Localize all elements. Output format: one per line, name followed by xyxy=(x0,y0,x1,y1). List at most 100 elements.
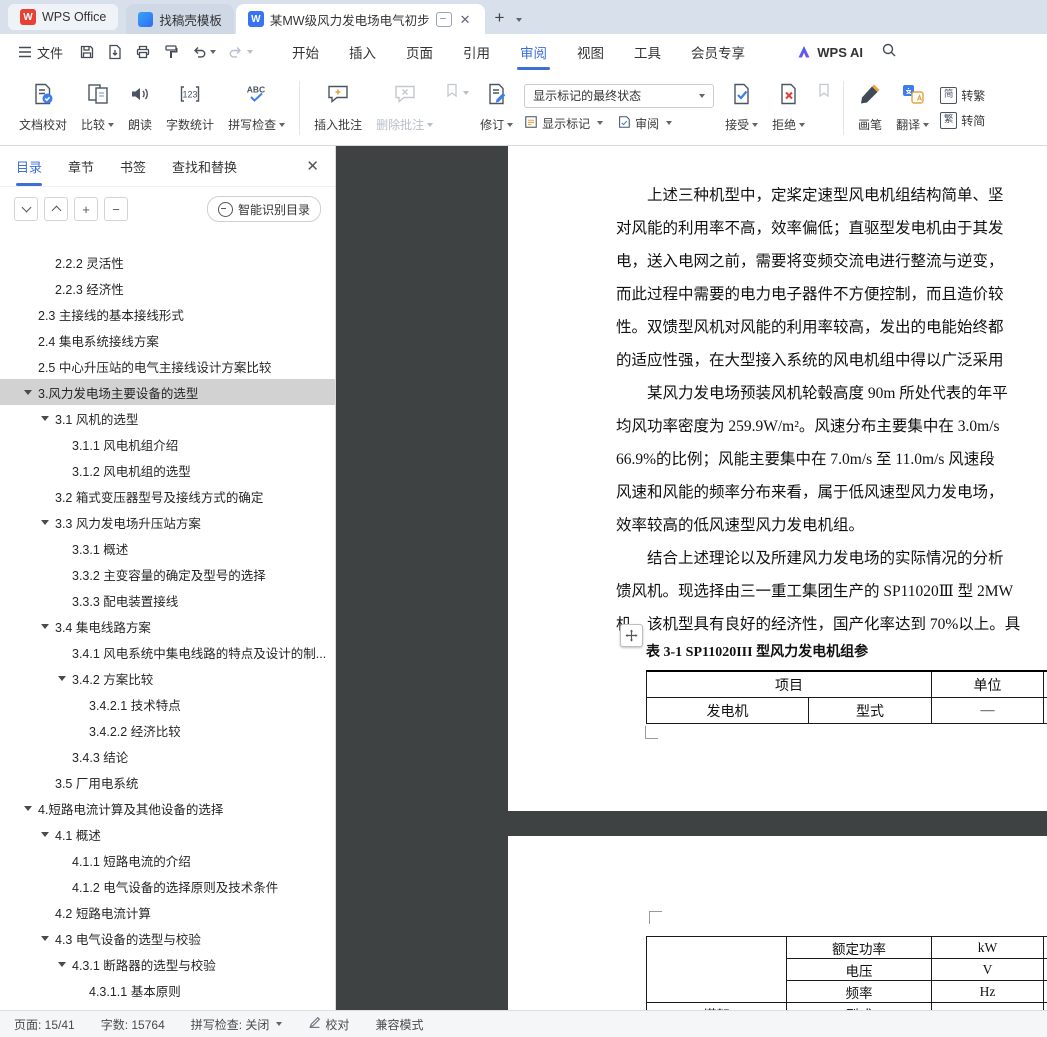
toc-zoom-in-button[interactable]: + xyxy=(74,197,98,221)
toc-item[interactable]: 3.风力发电场主要设备的选型 xyxy=(0,379,335,405)
word-count-button[interactable]: 123 字数统计 xyxy=(159,76,221,140)
document-page-2[interactable]: 额定功率kW电压V频率Hz 塔架型式 xyxy=(508,836,1047,1010)
toc-expand-icon[interactable] xyxy=(58,962,66,967)
reject-dropdown-icon[interactable] xyxy=(799,122,806,127)
toc-item[interactable]: 2.2.2 灵活性 xyxy=(0,249,335,275)
wps-ai-button[interactable]: WPS AI xyxy=(796,44,863,60)
to-simplified-button[interactable]: 繁 转简 xyxy=(940,111,985,129)
print-icon[interactable] xyxy=(135,44,151,60)
word-count-indicator[interactable]: 字数: 15764 xyxy=(101,1016,165,1033)
compat-mode-indicator[interactable]: 兼容模式 xyxy=(375,1016,423,1033)
doc-tab-template[interactable]: 找稿壳模板 xyxy=(126,4,234,34)
smart-toc-button[interactable]: 智能识别目录 xyxy=(206,196,321,222)
menu-tab-页面[interactable]: 页面 xyxy=(391,34,448,70)
toc-expand-icon[interactable] xyxy=(58,676,66,681)
toc-item[interactable]: 3.1.1 风电机组介绍 xyxy=(0,431,335,457)
menu-tab-审阅[interactable]: 审阅 xyxy=(505,34,562,70)
toc-item[interactable]: 2.5 中心升压站的电气主接线设计方案比较 xyxy=(0,353,335,379)
spec-table-continued[interactable]: 额定功率kW电压V频率Hz 塔架型式 xyxy=(646,936,1047,1010)
read-aloud-button[interactable]: 朗读 xyxy=(121,76,159,140)
toc-item[interactable]: 4.3.1.1 基本原则 xyxy=(0,977,335,1003)
track-changes-dropdown-icon[interactable] xyxy=(507,122,514,127)
review-menu-dropdown-icon[interactable] xyxy=(666,121,673,125)
review-menu-button[interactable]: 审阅 xyxy=(617,115,673,132)
toc-expand-icon[interactable] xyxy=(41,416,49,421)
toc-item[interactable]: 3.4.3 结论 xyxy=(0,743,335,769)
toc-expand-icon[interactable] xyxy=(24,390,32,395)
spell-check-dropdown-icon[interactable] xyxy=(279,122,286,127)
tab-list-dropdown-icon[interactable] xyxy=(516,18,523,22)
table-move-handle[interactable] xyxy=(620,624,643,647)
search-icon[interactable] xyxy=(881,42,897,63)
toc-item[interactable]: 3.4.2 方案比较 xyxy=(0,665,335,691)
toc-zoom-out-button[interactable]: − xyxy=(104,197,128,221)
spell-check-toggle[interactable]: 拼写检查: 关闭 xyxy=(191,1016,283,1033)
undo-dropdown-icon[interactable] xyxy=(210,50,217,54)
toc-item[interactable]: 3.3 风力发电场升压站方案 xyxy=(0,509,335,535)
toc-expand-options-button[interactable] xyxy=(14,197,38,221)
undo-icon[interactable] xyxy=(191,44,217,60)
file-menu-button[interactable]: 文件 xyxy=(12,34,69,70)
show-markup-dropdown-icon[interactable] xyxy=(597,121,604,125)
sidebar-tab-书签[interactable]: 书签 xyxy=(120,146,146,186)
comment-nav-button[interactable] xyxy=(440,82,473,103)
reject-button[interactable]: 拒绝 xyxy=(765,76,812,140)
spec-table[interactable]: 项目 单位 发电机 型式 — xyxy=(646,670,1047,724)
sidebar-tab-查找和替换[interactable]: 查找和替换 xyxy=(172,146,237,186)
close-sidebar-icon[interactable]: ✕ xyxy=(306,157,319,175)
toc-item[interactable]: 4.2 短路电流计算 xyxy=(0,899,335,925)
toc-item[interactable]: 3.5 厂用电系统 xyxy=(0,769,335,795)
document-page-1[interactable]: 上述三种机型中，定桨定速型风电机组结构简单、坚 对风能的利用率不高，效率偏低；直驱… xyxy=(508,146,1047,811)
toc-expand-icon[interactable] xyxy=(41,936,49,941)
export-icon[interactable] xyxy=(107,44,123,60)
toc-item[interactable]: 2.3 主接线的基本接线形式 xyxy=(0,301,335,327)
close-tab-icon[interactable]: ✕ xyxy=(458,13,473,26)
insert-comment-button[interactable]: 插入批注 xyxy=(307,76,369,140)
toc-item[interactable]: 3.4.1 风电系统中集电线路的特点及设计的制... xyxy=(0,639,335,665)
toc-item[interactable]: 3.3.3 配电装置接线 xyxy=(0,587,335,613)
pen-button[interactable]: 画笔 xyxy=(851,76,889,140)
toc-item[interactable]: 3.2 箱式变压器型号及接线方式的确定 xyxy=(0,483,335,509)
toc-item[interactable]: 4.1.2 电气设备的选择原则及技术条件 xyxy=(0,873,335,899)
menu-tab-开始[interactable]: 开始 xyxy=(277,34,334,70)
toc-item[interactable]: 2.4 集电系统接线方案 xyxy=(0,327,335,353)
toc-expand-icon[interactable] xyxy=(41,520,49,525)
compare-button[interactable]: 比较 xyxy=(74,76,121,140)
new-tab-button[interactable]: + xyxy=(495,9,505,26)
toc-item[interactable]: 4.3.1 断路器的选型与校验 xyxy=(0,951,335,977)
toc-item[interactable]: 3.3.2 主变容量的确定及型号的选择 xyxy=(0,561,335,587)
toc-item[interactable]: 4.1.1 短路电流的介绍 xyxy=(0,847,335,873)
toc-item[interactable]: 2.2.3 经济性 xyxy=(0,275,335,301)
markup-state-dropdown[interactable]: 显示标记的最终状态 xyxy=(524,83,715,108)
sidebar-tab-章节[interactable]: 章节 xyxy=(68,146,94,186)
translate-dropdown-icon[interactable] xyxy=(923,122,930,127)
accept-button[interactable]: 接受 xyxy=(718,76,765,140)
toc-item[interactable]: 4.3 电气设备的选型与校验 xyxy=(0,925,335,951)
toc-item[interactable]: 3.4.2.1 技术特点 xyxy=(0,691,335,717)
toc-item[interactable]: 3.3.1 概述 xyxy=(0,535,335,561)
toc-expand-icon[interactable] xyxy=(41,624,49,629)
doc-proofing-button[interactable]: 文档校对 xyxy=(12,76,74,140)
toc-expand-icon[interactable] xyxy=(24,806,32,811)
doc-tab-active[interactable]: W 某MW级风力发电场电气初步 ✕ xyxy=(235,4,485,34)
menu-tab-视图[interactable]: 视图 xyxy=(562,34,619,70)
save-icon[interactable] xyxy=(79,44,95,60)
toc-item[interactable]: 3.4 集电线路方案 xyxy=(0,613,335,639)
redo-dropdown-icon[interactable] xyxy=(247,50,254,54)
toc-item[interactable]: 4.短路电流计算及其他设备的选择 xyxy=(0,795,335,821)
spell-check-button[interactable]: ABC 拼写检查 xyxy=(221,76,292,140)
track-changes-button[interactable]: 修订 xyxy=(473,76,520,140)
menu-tab-引用[interactable]: 引用 xyxy=(448,34,505,70)
toc-item[interactable]: 3.4.2.2 经济比较 xyxy=(0,717,335,743)
translate-button[interactable]: 翻译 xyxy=(889,76,936,140)
show-markup-button[interactable]: 显示标记 xyxy=(524,115,604,132)
toc-item[interactable]: 3.1 风机的选型 xyxy=(0,405,335,431)
toc-item[interactable]: 4.1 概述 xyxy=(0,821,335,847)
menu-tab-插入[interactable]: 插入 xyxy=(334,34,391,70)
compare-dropdown-icon[interactable] xyxy=(108,122,115,127)
redo-icon[interactable] xyxy=(228,44,254,60)
wps-home-button[interactable]: W WPS Office xyxy=(8,4,119,30)
menu-tab-工具[interactable]: 工具 xyxy=(619,34,676,70)
toc-expand-icon[interactable] xyxy=(41,832,49,837)
accept-dropdown-icon[interactable] xyxy=(752,122,759,127)
